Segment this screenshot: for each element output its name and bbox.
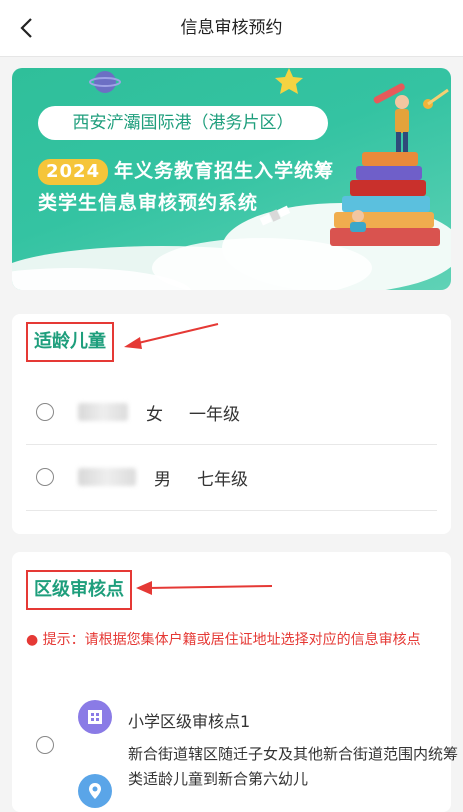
child-option-1[interactable]: 女 一年级: [26, 380, 437, 444]
children-section-title: 适龄儿童: [26, 322, 114, 362]
child-gender: 男: [154, 469, 171, 490]
site-name: 小学区级审核点1: [128, 712, 251, 731]
tip-text: ● 提示：请根据您集体户籍或居住证地址选择对应的信息审核点: [26, 628, 441, 652]
divider: [26, 510, 437, 511]
banner-title-line1-text: 年义务教育招生入学统筹: [114, 160, 335, 182]
red-arrow-icon: [124, 323, 219, 349]
building-icon: [78, 700, 112, 734]
red-arrow-icon: [136, 581, 273, 595]
site-radio-button[interactable]: [36, 736, 54, 754]
year-badge: 2024: [38, 159, 109, 185]
page-title: 信息审核预约: [180, 18, 283, 38]
banner-title-line1: 2024 年义务教育招生入学统筹: [38, 156, 334, 185]
children-card: 适龄儿童 女 一年级 男 七年级: [12, 314, 451, 534]
banner-title-line2: 类学生信息审核预约系统: [38, 192, 259, 214]
radio-button[interactable]: [36, 403, 54, 421]
radio-button[interactable]: [36, 468, 54, 486]
district-card: 区级审核点 ● 提示：请根据您集体户籍或居住证地址选择对应的信息审核点 小学区级…: [12, 552, 458, 812]
child-gender: 女: [146, 404, 163, 425]
tip-bullet: ●: [26, 632, 43, 648]
child-name-masked: [78, 403, 128, 421]
banner: 西安浐灞国际港（港务片区） 2024 年义务教育招生入学统筹 类学生信息审核预约系…: [12, 68, 451, 290]
location-pin-icon: [78, 774, 112, 808]
child-name-masked: [78, 468, 136, 486]
child-grade: 一年级: [189, 404, 240, 425]
tip-content: 提示：请根据您集体户籍或居住证地址选择对应的信息审核点: [42, 632, 421, 648]
site-description: 新合街道辖区随迁子女及其他新合街道范围内统筹类适龄儿童到新合第六幼儿: [128, 745, 459, 788]
nav-bar: 信息审核预约: [0, 0, 463, 57]
banner-area-pill: 西安浐灞国际港（港务片区）: [38, 106, 328, 140]
district-section-title: 区级审核点: [26, 570, 132, 610]
child-grade: 七年级: [197, 469, 248, 490]
child-option-2[interactable]: 男 七年级: [26, 445, 437, 509]
